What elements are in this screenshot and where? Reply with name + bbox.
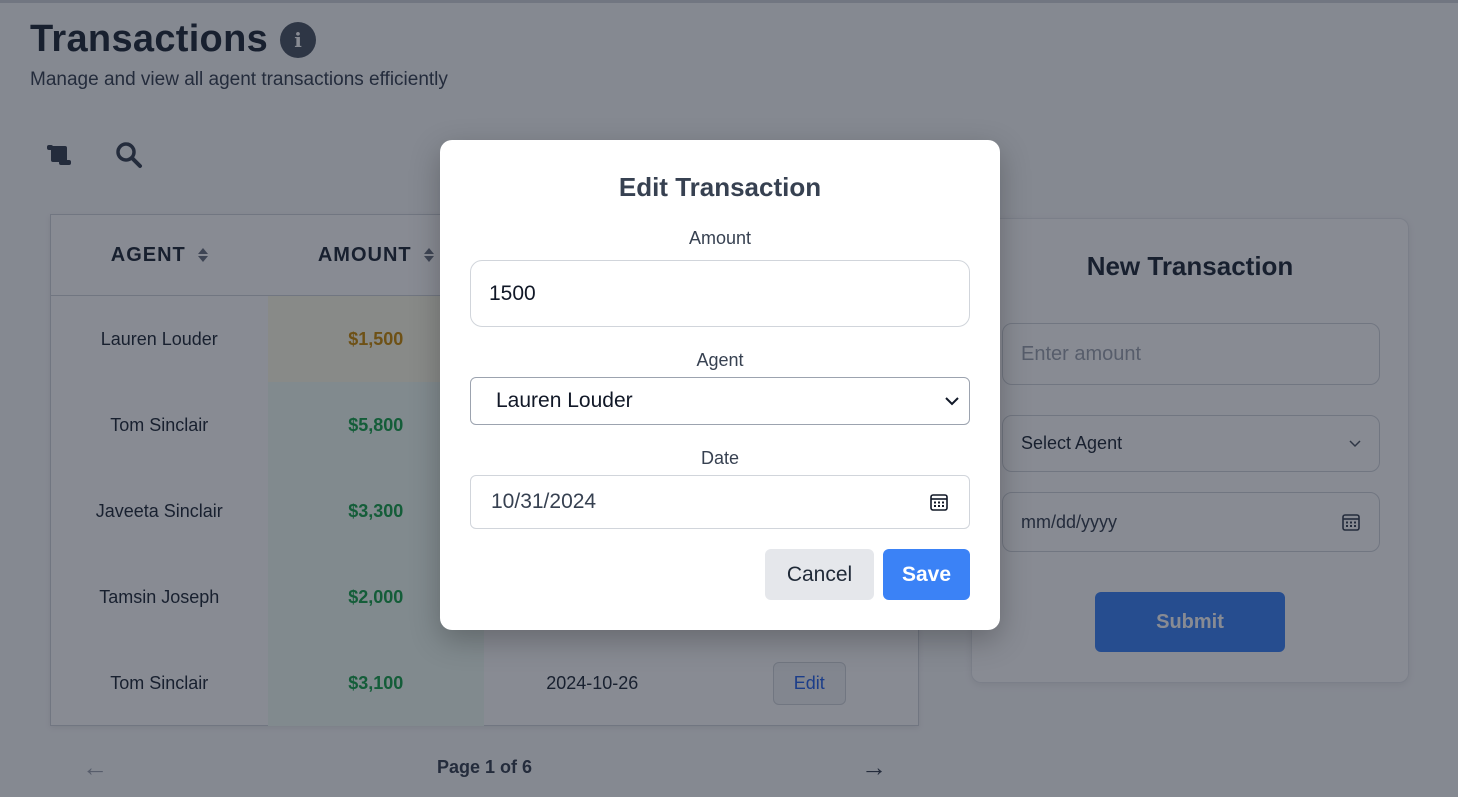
amount-value: 1500 [489, 281, 536, 305]
modal-title: Edit Transaction [618, 172, 822, 202]
save-button[interactable]: Save [883, 549, 970, 600]
agent-label: Agent [696, 350, 744, 370]
agent-select[interactable]: Lauren Louder [470, 377, 970, 425]
amount-field[interactable]: 1500 [470, 260, 970, 327]
chevron-down-icon [945, 396, 959, 405]
cancel-button[interactable]: Cancel [765, 549, 874, 600]
edit-transaction-modal: Edit Transaction Amount 1500 Agent Laure… [440, 140, 1000, 630]
amount-label: Amount [688, 228, 752, 248]
calendar-icon[interactable] [929, 492, 949, 512]
agent-select-value: Lauren Louder [496, 389, 633, 412]
date-label: Date [700, 448, 740, 468]
date-value: 10/31/2024 [491, 490, 597, 513]
date-field[interactable]: 10/31/2024 [470, 475, 970, 529]
